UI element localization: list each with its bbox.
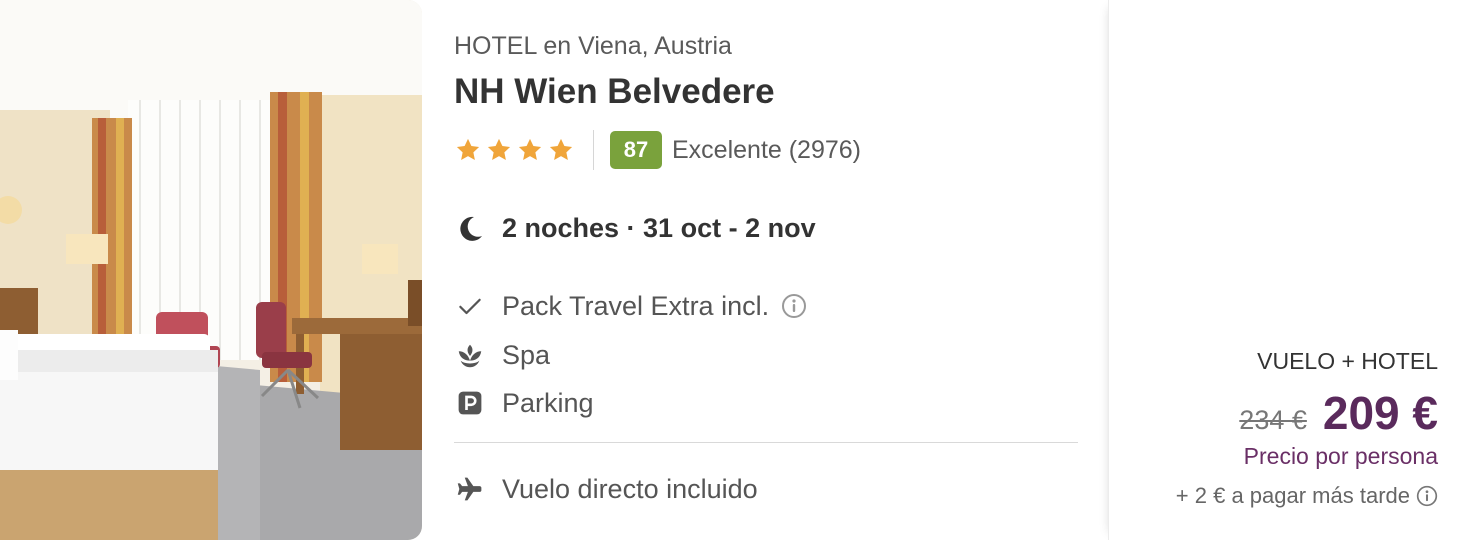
check-icon (454, 290, 486, 322)
hotel-photo[interactable] (0, 0, 422, 540)
rating-row: 87 Excelente (2976) (454, 130, 861, 170)
amenity-label: Parking (502, 387, 594, 418)
price-per-person-label: Precio por persona (1243, 443, 1438, 469)
spa-icon (454, 339, 486, 371)
info-icon[interactable] (1416, 485, 1438, 507)
current-price[interactable]: 209 € (1323, 386, 1438, 440)
star-icon (485, 136, 513, 164)
section-divider (454, 442, 1078, 443)
parking-icon (454, 387, 486, 419)
hotel-details: HOTEL en Viena, Austria NH Wien Belveder… (454, 0, 1078, 540)
info-icon[interactable] (781, 293, 807, 319)
stay-text: 2 noches · 31 oct - 2 nov (502, 212, 816, 243)
pay-later-text: + 2 € a pagar más tarde (1175, 483, 1410, 508)
old-price: 234 € (1239, 405, 1307, 435)
review-summary[interactable]: Excelente (2976) (672, 136, 861, 165)
hotel-location: HOTEL en Viena, Austria (454, 32, 732, 60)
moon-icon (454, 212, 486, 244)
package-type: VUELO + HOTEL (1257, 348, 1438, 374)
price-panel[interactable]: VUELO + HOTEL 234 € 209 € Precio por per… (1108, 0, 1462, 540)
amenity-pack-travel: Pack Travel Extra incl. (454, 288, 807, 324)
rating-separator (593, 130, 594, 170)
plane-icon (454, 473, 486, 505)
hotel-name[interactable]: NH Wien Belvedere (454, 72, 775, 112)
stay-dates: 2 noches · 31 oct - 2 nov (454, 208, 816, 248)
hotel-result-card[interactable]: HOTEL en Viena, Austria NH Wien Belveder… (0, 0, 1462, 540)
star-icon (454, 136, 482, 164)
amenity-parking: Parking (454, 385, 594, 421)
hotel-stars (454, 136, 575, 164)
pay-later-note: + 2 € a pagar más tarde (1176, 483, 1438, 509)
score-badge: 87 (610, 131, 662, 169)
amenity-spa: Spa (454, 337, 550, 373)
amenity-label: Spa (502, 339, 551, 370)
flight-info: Vuelo directo incluido (454, 471, 758, 507)
amenity-label: Pack Travel Extra incl. (502, 290, 770, 321)
flight-label: Vuelo directo incluido (502, 473, 758, 504)
star-icon (547, 136, 575, 164)
star-icon (516, 136, 544, 164)
price-line: 234 € 209 € (1239, 386, 1438, 440)
